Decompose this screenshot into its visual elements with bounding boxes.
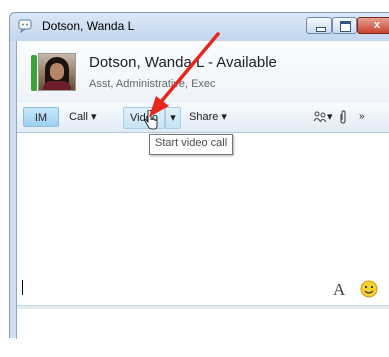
paperclip-icon	[340, 110, 346, 124]
contact-title: Asst, Administrative, Exec	[89, 78, 216, 90]
people-icon	[313, 111, 327, 123]
im-button[interactable]: IM	[23, 107, 59, 127]
attach-button[interactable]	[339, 107, 347, 127]
text-caret	[22, 280, 23, 295]
cursor-icon	[144, 110, 158, 130]
video-dropdown-button[interactable]: ▾	[165, 107, 181, 129]
people-dropdown: ▾	[327, 111, 333, 123]
call-button[interactable]: Call ▾	[69, 107, 97, 127]
close-icon: x	[373, 19, 381, 31]
minimize-icon	[316, 27, 326, 32]
maximize-icon	[340, 21, 351, 32]
smiley-icon[interactable]	[360, 280, 378, 298]
contact-name-status[interactable]: Dotson, Wanda L - Available	[89, 54, 277, 71]
close-button[interactable]: x	[357, 17, 389, 34]
font-icon[interactable]: A	[333, 280, 345, 300]
avatar[interactable]	[38, 53, 76, 91]
more-options-button[interactable]: »	[359, 107, 365, 127]
app-icon	[18, 19, 32, 33]
share-button[interactable]: Share ▾	[189, 107, 227, 127]
tooltip: Start video call	[149, 134, 234, 155]
contact-header: Dotson, Wanda L - Available Asst, Admini…	[17, 41, 389, 104]
presence-indicator	[31, 55, 37, 91]
window-title: Dotson, Wanda L	[42, 19, 135, 33]
maximize-button[interactable]	[332, 17, 357, 34]
title-bar[interactable]: Dotson, Wanda L x	[10, 13, 389, 41]
people-options-button[interactable]: ▾	[313, 107, 333, 127]
minimize-button[interactable]	[306, 17, 332, 34]
message-input[interactable]	[17, 309, 389, 357]
conversation-toolbar: IM Call ▾ Video ▾ Share ▾ ▾ »	[17, 103, 389, 133]
conversation-window: Dotson, Wanda L x Dotson, Wanda L - Avai…	[9, 12, 389, 357]
